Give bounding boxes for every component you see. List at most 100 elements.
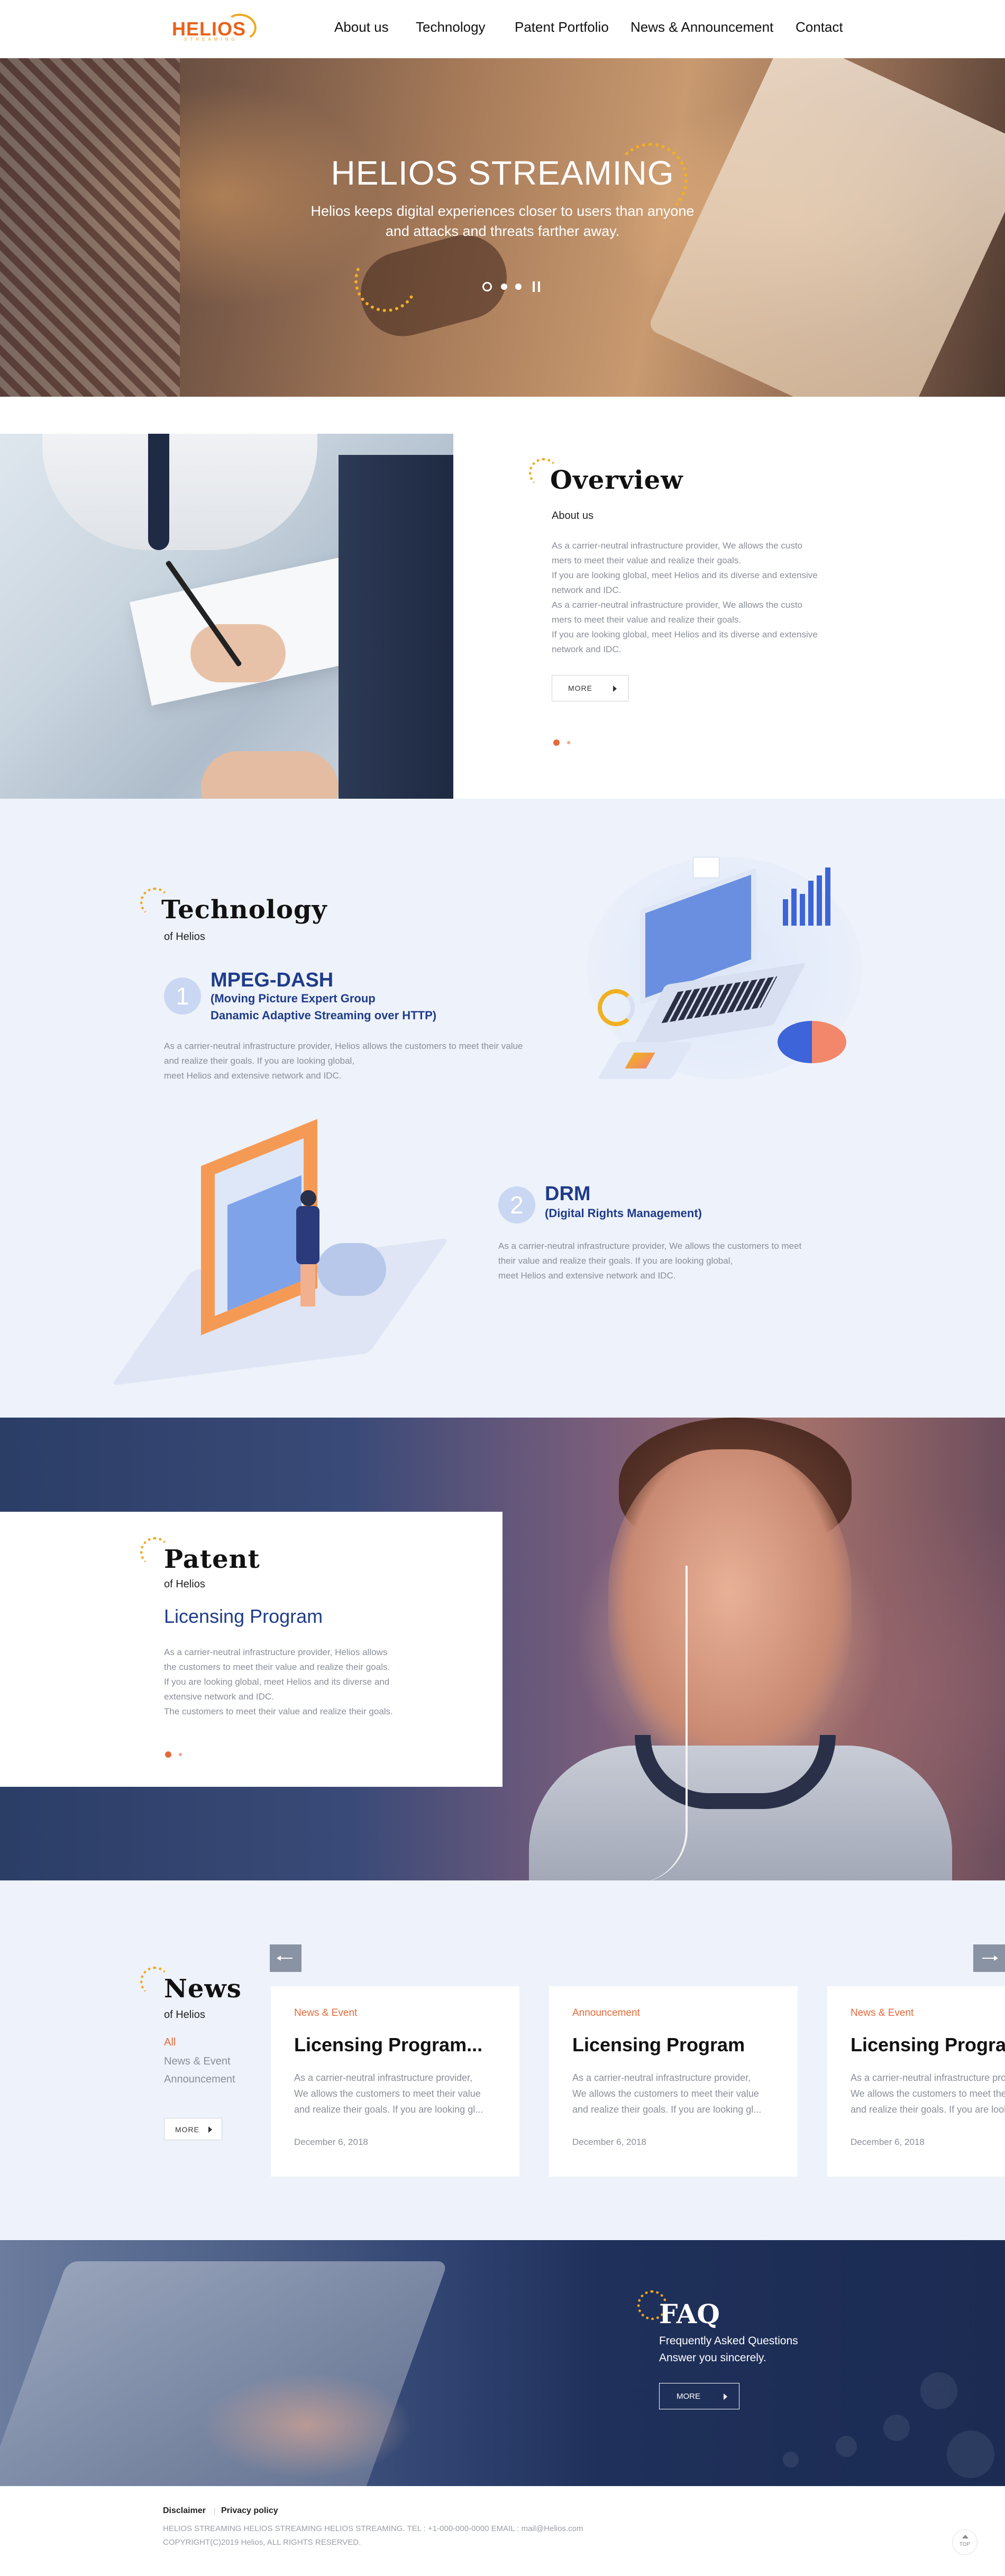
overview-line: network and IDC. (552, 585, 622, 595)
slide-dot-1[interactable] (482, 282, 492, 291)
nav-technology[interactable]: Technology (416, 19, 486, 35)
news-filter-announcement[interactable]: Announcement (164, 2073, 235, 2086)
nav-news-announcement[interactable]: News & Announcement (631, 19, 773, 35)
news-card-date: December 6, 2018 (294, 2137, 368, 2147)
overview-subtitle: About us (552, 510, 593, 522)
news-prev-button[interactable] (270, 1944, 302, 1972)
bubble-decoration (947, 2431, 994, 2478)
footer-copyright: COPYRIGHT(C)2019 Helios, ALL RIGHTS RESE… (163, 2538, 361, 2547)
tech-subheading-line: Danamic Adaptive Streaming over HTTP) (211, 1009, 437, 1022)
desc-line: We allows the customers to meet their va… (294, 2088, 481, 2099)
tech-subheading-drm: (Digital Rights Management) (545, 1207, 702, 1220)
tech-line: their value and realize their goals. If … (498, 1256, 733, 1266)
news-card-date: December 6, 2018 (851, 2137, 925, 2147)
hero-banner: HELIOS STREAMING Helios keeps digital ex… (0, 58, 1005, 397)
overview-pager (553, 738, 585, 747)
overview-line: network and IDC. (552, 644, 622, 654)
more-label: MORE (175, 2125, 199, 2134)
logo-subtitle: STREAMING (184, 37, 238, 42)
photo-sleeve (339, 455, 453, 850)
overview-more-button[interactable]: MORE (552, 675, 629, 701)
nav-contact[interactable]: Contact (796, 19, 843, 35)
photo-shirt (42, 434, 317, 550)
desc-line: As a carrier-neutral infrastructure prov… (294, 2072, 473, 2083)
nav-patent-portfolio[interactable]: Patent Portfolio (515, 19, 609, 35)
desc-line: As a carrier-neutral infrastructure prov… (572, 2072, 751, 2083)
overview-line: As a carrier-neutral infrastructure prov… (552, 541, 802, 551)
desc-line: We allows the customers to meet their va… (572, 2088, 759, 2099)
cloud-icon (317, 1243, 386, 1296)
news-filter-news-event[interactable]: News & Event (164, 2056, 231, 2068)
footer-divider: | (214, 2507, 216, 2515)
desc-line: As a carrier-neutral infrastructure prov… (851, 2072, 1005, 2083)
illustration-note (693, 857, 719, 878)
news-title: News (164, 1974, 242, 2004)
hero-slide-indicators (482, 280, 546, 293)
patent-line: As a carrier-neutral infrastructure prov… (164, 1647, 388, 1657)
scroll-top-button[interactable]: TOP (952, 2529, 977, 2555)
pager-dot-active[interactable] (165, 1751, 171, 1758)
slide-dot-2[interactable] (501, 284, 507, 290)
patent-heading: Licensing Program (164, 1605, 323, 1627)
tech-body-drm: As a carrier-neutral infrastructure prov… (498, 1239, 869, 1283)
overview-line: As a carrier-neutral infrastructure prov… (552, 600, 802, 610)
pie-cylinder-icon (778, 1021, 846, 1063)
news-card-title[interactable]: Licensing Program (572, 2034, 745, 2056)
arrow-right-icon (724, 2394, 727, 2400)
site-header: HELIOS STREAMING About us Technology Pat… (0, 0, 1005, 58)
footer-disclaimer-link[interactable]: Disclaimer (163, 2506, 206, 2516)
news-card-title[interactable]: Licensing Program... (851, 2034, 1005, 2056)
news-card[interactable]: Announcement Licensing Program As a carr… (549, 1986, 798, 2177)
news-more-button[interactable]: MORE (164, 2118, 222, 2140)
overview-line: If you are looking global, meet Helios a… (552, 629, 818, 640)
news-card-title[interactable]: Licensing Program... (294, 2034, 482, 2056)
gauge-icon (598, 989, 635, 1026)
photo-earphone-wire (592, 1566, 688, 1880)
hero-subtitle-line-1: Helios keeps digital experiences closer … (310, 203, 695, 219)
tech-subheading-line: (Moving Picture Expert Group (211, 992, 376, 1005)
pager-dot[interactable] (179, 1753, 182, 1756)
desc-line: and realize their goals. If you are look… (851, 2104, 1005, 2115)
faq-section (0, 2240, 1005, 2486)
tech-number-2: 2 (498, 1186, 535, 1223)
overview-title: Overview (550, 465, 683, 495)
patent-title: Patent (164, 1545, 260, 1574)
news-card-category: Announcement (572, 2007, 640, 2018)
footer-company-info: HELIOS STREAMING HELIOS STREAMING HELIOS… (163, 2524, 583, 2533)
tech-line: and realize their goals. If you are look… (164, 1056, 355, 1066)
helios-logo[interactable]: HELIOS STREAMING (169, 11, 259, 43)
nav-about-us[interactable]: About us (334, 19, 389, 35)
news-filter-all[interactable]: All (164, 2036, 176, 2049)
desc-line: We allows the customers to meet their va… (851, 2088, 1005, 2099)
patent-line: the customers to meet their value and re… (164, 1662, 390, 1672)
patent-line: extensive network and IDC. (164, 1692, 274, 1702)
news-card-category: News & Event (851, 2007, 914, 2018)
more-label: MORE (568, 684, 592, 692)
tech-line: As a carrier-neutral infrastructure prov… (164, 1041, 523, 1051)
news-card[interactable]: News & Event Licensing Program... As a c… (827, 1986, 1005, 2177)
news-card-desc: As a carrier-neutral infrastructure prov… (294, 2070, 495, 2117)
bubble-decoration (836, 2436, 857, 2457)
tech-line: meet Helios and extensive network and ID… (498, 1271, 676, 1281)
overview-line: mers to meet their value and realize the… (552, 555, 742, 565)
tech-line: meet Helios and extensive network and ID… (164, 1071, 342, 1081)
pause-icon[interactable] (533, 281, 540, 292)
news-card[interactable]: News & Event Licensing Program... As a c… (271, 1986, 519, 2177)
faq-subtitle: Frequently Asked Questions Answer you si… (659, 2333, 798, 2367)
tech-subheading-mpeg-dash: (Moving Picture Expert Group Danamic Ada… (211, 990, 436, 1024)
news-card-desc: As a carrier-neutral infrastructure prov… (851, 2070, 1005, 2117)
arrow-right-icon (613, 686, 617, 692)
bubble-decoration (883, 2415, 910, 2441)
slide-dot-3[interactable] (515, 284, 522, 290)
faq-more-button[interactable]: MORE (659, 2383, 739, 2409)
footer-privacy-link[interactable]: Privacy policy (221, 2506, 278, 2516)
photo-tie (148, 434, 169, 550)
news-next-button[interactable] (973, 1944, 1005, 1972)
overview-line: mers to meet their value and realize the… (552, 615, 742, 625)
bubble-decoration (783, 2452, 799, 2468)
overview-line: If you are looking global, meet Helios a… (552, 570, 818, 580)
desc-line: and realize their goals. If you are look… (294, 2104, 483, 2115)
pager-dot[interactable] (567, 741, 570, 744)
more-label: MORE (677, 2392, 700, 2401)
pager-dot-active[interactable] (553, 739, 560, 746)
